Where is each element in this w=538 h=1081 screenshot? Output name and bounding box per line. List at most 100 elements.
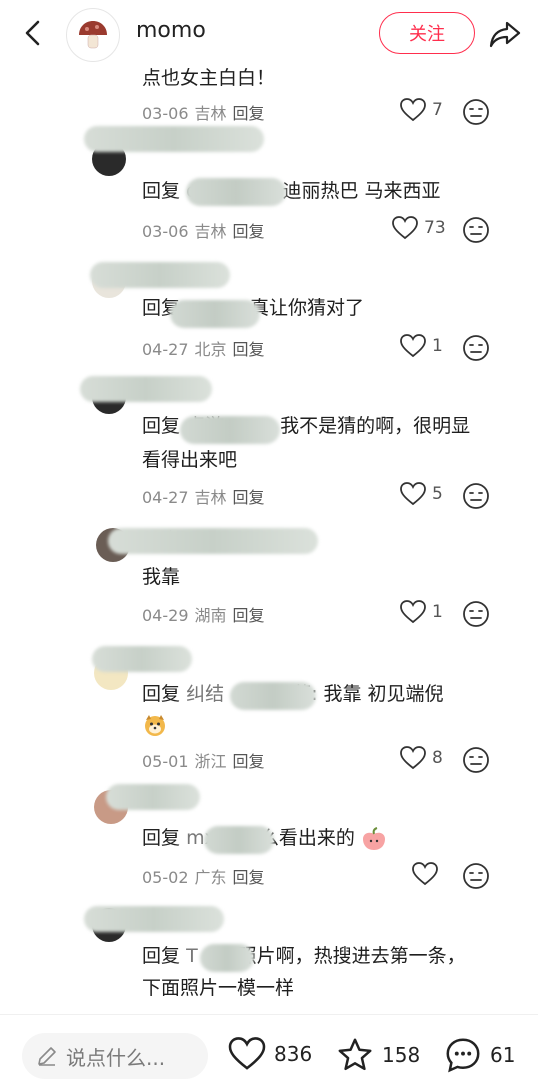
mushroom-icon [79,21,107,49]
like-button[interactable]: 5 [400,482,443,506]
like-post-button[interactable]: 836 [228,1037,312,1071]
comment-text-line2: 下面照片一模一样 [142,977,295,999]
comment-body: 照片啊，热搜进去第一条， [237,945,466,967]
comment-location: 湖南 [194,606,227,625]
like-button[interactable]: 1 [400,600,443,624]
reply-button[interactable]: 回复 [233,606,265,625]
comment-meta: 04-27 北京 回复 [142,336,265,360]
comment-body: 么看出来的 [259,827,355,849]
comment-input[interactable]: 说点什么... [22,1033,208,1079]
comment-date: 04-27 [142,340,189,359]
reply-button[interactable]: 回复 [233,752,265,771]
like-count: 8 [432,748,443,768]
star-count: 158 [382,1043,421,1067]
username-blur [84,126,264,152]
post-like-count: 836 [274,1042,313,1066]
author-name[interactable]: momo [136,18,206,43]
heart-icon [400,98,426,122]
comment-meta: 03-06 吉林 回复 [142,218,265,242]
comment-location: 广东 [194,868,227,887]
heart-icon [400,482,426,506]
reply-button[interactable]: 回复 [233,868,265,887]
comment-input-placeholder: 说点什么... [66,1045,166,1070]
heart-icon [400,600,426,624]
comment-date: 04-27 [142,488,189,507]
reply-button[interactable]: 回复 [233,222,265,241]
dislike-face-icon[interactable] [462,482,490,510]
like-button[interactable]: 7 [400,98,443,122]
reply-button[interactable]: 回复 [233,104,265,123]
comment-text-line2: 看得出来吧 [142,449,238,471]
like-count: 5 [432,484,443,504]
reply-prefix: 回复 [142,180,181,202]
dislike-face-icon[interactable] [462,216,490,244]
comment-location: 吉林 [194,222,227,241]
follow-button[interactable]: 关注 [379,12,475,54]
like-button[interactable]: 73 [392,216,446,240]
reply-handle[interactable]: 纠结 [186,683,224,705]
comment-meta: 04-27 吉林 回复 [142,484,265,508]
comment-date: 05-02 [142,868,189,887]
username-blur [90,262,230,288]
like-button[interactable]: 1 [400,334,443,358]
like-button[interactable] [412,862,444,886]
pencil-icon [38,1047,56,1066]
puppy-emoji-icon [145,715,165,736]
comment-location: 吉林 [194,488,227,507]
username-blur [84,906,224,932]
username-blur [92,646,192,672]
like-button[interactable]: 8 [400,746,443,770]
peach-emoji-icon [362,826,385,850]
dislike-face-icon[interactable] [462,746,490,774]
comment-meta: 03-06 吉林 回复 [142,100,265,124]
comment-body: 我靠 [142,566,181,588]
back-icon[interactable] [18,18,48,48]
comment-item: 回复 纠结 菜: 我靠 初见端倪 05-01 浙江 回复 8 [0,642,538,778]
comment-body: 迪丽热巴 马来西亚 [282,180,441,202]
handle-blur [170,300,260,328]
comment-body: 我不是猜的啊，很明显 [280,415,471,437]
top-bar: momo 关注 [0,0,538,66]
handle-blur [230,682,316,710]
comment-bubble-icon [446,1038,480,1073]
comments-button[interactable]: 61 [444,1037,515,1073]
username-blur [106,784,200,810]
dislike-face-icon[interactable] [462,862,490,890]
reply-handle[interactable]: T [186,945,198,967]
handle-blur [204,826,274,854]
comment-date: 05-01 [142,752,189,771]
username-blur [80,376,212,402]
comment-meta: 05-02 广东 回复 [142,864,265,888]
collect-button[interactable]: 158 [336,1037,420,1073]
heart-icon [400,334,426,358]
comment-location: 北京 [194,340,227,359]
comment-item: 回复 T 照片啊，热搜进去第一条， 下面照片一模一样 [0,900,538,1014]
comment-date: 04-29 [142,606,189,625]
like-count: 7 [432,100,443,120]
dislike-face-icon[interactable] [462,98,490,126]
dislike-face-icon[interactable] [462,334,490,362]
handle-blur [180,416,280,444]
comment-location: 浙江 [194,752,227,771]
author-avatar[interactable] [66,8,120,62]
comment-meta: 04-29 湖南 回复 [142,602,265,626]
bottom-action-bar: 说点什么... 836 158 61 [0,1014,538,1081]
dislike-face-icon[interactable] [462,600,490,628]
comment-item: 回复 c迪丽热巴 马来西亚 03-06吉林回复 73 [0,126,538,244]
reply-prefix: 回复 [142,945,181,967]
reply-button[interactable]: 回复 [233,340,265,359]
share-icon[interactable] [488,16,522,50]
username-blur [108,528,318,554]
comment-meta: 05-01 浙江 回复 [142,748,265,772]
comment-item: 点也女主白白！ 03-06 吉林 回复 7 [0,66,538,126]
reply-button[interactable]: 回复 [233,488,265,507]
reply-prefix: 回复 [142,827,181,849]
like-count: 1 [432,336,443,356]
handle-blur [200,944,254,972]
comment-date: 03-06 [142,104,189,123]
comment-item: 回复 mx 么看出来的 05-02 广东 回复 [0,780,538,892]
comment-text: 点也女主白白！ [142,67,276,89]
reply-prefix: 回复 [142,415,181,437]
heart-icon [400,746,426,770]
comment-item: 纠结 我靠 04-29湖南回复 1 [0,518,538,630]
